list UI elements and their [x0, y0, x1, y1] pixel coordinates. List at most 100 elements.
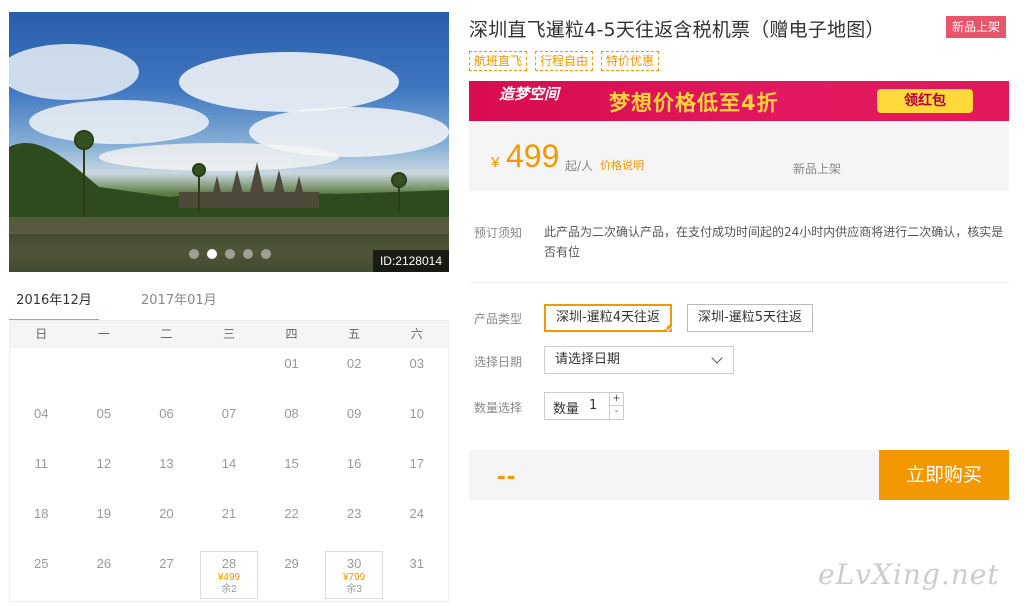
chevron-down-icon [711, 352, 723, 364]
calendar-day: 21 [198, 498, 261, 548]
calendar-day-number: 14 [221, 456, 237, 471]
booking-notice-label: 预订须知 [474, 226, 523, 240]
calendar-day: 06 [135, 398, 198, 448]
calendar-day-number: 13 [159, 456, 174, 471]
calendar-day: 17 [385, 448, 448, 498]
calendar-day: 09 [323, 398, 386, 448]
date-select[interactable]: 请选择日期 [544, 346, 734, 374]
banner-logo: 造梦空间 [499, 87, 559, 102]
calendar-day-number: 12 [96, 456, 112, 471]
tag-free-itinerary: 行程自由 [535, 51, 594, 71]
calendar-day-number: 04 [34, 406, 49, 421]
calendar-day: 27 [135, 548, 198, 598]
calendar-weekday-header: 日 一 二 三 四 五 六 [10, 321, 448, 348]
calendar-day: 23 [323, 498, 386, 548]
price-box: ¥ 499 起/人 价格说明 新品上架 [469, 121, 1009, 191]
calendar-day-available[interactable]: 30 ¥799 余3 [323, 548, 386, 599]
quantity-label: 数量选择 [474, 401, 523, 415]
calendar-day: 13 [135, 448, 198, 498]
promo-banner[interactable]: 造梦空间 梦想价格低至4折 领红包 [469, 81, 1009, 121]
selected-check-icon [661, 322, 672, 332]
calendar-day-price: ¥799 [343, 572, 366, 583]
calendar-day: 18 [10, 498, 73, 548]
calendar-day: 05 [73, 398, 136, 448]
product-type-label: 产品类型 [474, 312, 523, 326]
calendar-day-number: 03 [409, 356, 424, 371]
carousel-dot[interactable] [261, 249, 271, 259]
calendar-day-number: 09 [346, 406, 362, 421]
option-5-day-roundtrip[interactable]: 深圳-暹粒5天往返 [687, 304, 813, 332]
calendar-day-number: 17 [409, 456, 424, 471]
calendar-day-number: 15 [284, 456, 299, 471]
price-amount: 499 [506, 138, 560, 174]
calendar-day-grid: 01 02 03 04 05 06 07 08 09 10 11 12 13 14 15 16 17 18 19 20… [10, 348, 448, 599]
calendar-day: 02 [323, 348, 386, 398]
weekday-label: 日 [35, 327, 48, 341]
booking-notice-text: 此产品为二次确认产品，在支付成功时间起的24小时内供应商将进行二次确认，核实是否… [544, 225, 1004, 259]
calendar-month-tabs: 2016年12月 2017年01月 [9, 290, 449, 322]
quantity-increase-button[interactable]: + [609, 393, 623, 406]
product-tags: 航班直飞 行程自由 特价优惠 [469, 51, 660, 71]
carousel-dot[interactable] [243, 249, 253, 259]
calendar-day-number: 19 [96, 506, 112, 521]
tag-direct-flight: 航班直飞 [469, 51, 528, 71]
buy-now-button[interactable]: 立即购买 [879, 450, 1009, 500]
calendar-day-number: 02 [346, 356, 362, 371]
calendar-day-number: 21 [221, 506, 237, 521]
product-photo[interactable]: ID:2128014 [9, 12, 449, 272]
carousel-dot[interactable] [225, 249, 235, 259]
weekday-label: 二 [160, 327, 173, 341]
calendar-day: 31 [385, 548, 448, 598]
price-explain-link[interactable]: 价格说明 [600, 157, 644, 173]
calendar-day-number: 24 [409, 506, 424, 521]
calendar-day: 22 [260, 498, 323, 548]
calendar-day-number: 07 [221, 406, 237, 421]
product-title: 深圳直飞暹粒4-5天往返含税机票（赠电子地图） [469, 19, 885, 41]
calendar-day-number: 26 [96, 556, 112, 571]
calendar-day: 03 [385, 348, 448, 398]
weekday-label: 五 [348, 327, 361, 341]
calendar-day-number: 31 [409, 556, 424, 571]
option-label: 深圳-暹粒5天往返 [698, 310, 802, 325]
calendar-day-number: 18 [34, 506, 49, 521]
calendar-day: 01 [260, 348, 323, 398]
calendar-day: 16 [323, 448, 386, 498]
calendar-day: 11 [10, 448, 73, 498]
calendar-day: 29 [260, 548, 323, 598]
calendar-day-number: 30 [346, 556, 362, 571]
calendar-day: 12 [73, 448, 136, 498]
tab-month-2016-12[interactable]: 2016年12月 [9, 290, 99, 322]
calendar-day-remaining: 余3 [346, 584, 362, 595]
calendar-day: 04 [10, 398, 73, 448]
calendar-day: 25 [10, 548, 73, 598]
carousel-dot[interactable] [189, 249, 199, 259]
get-coupon-button[interactable]: 领红包 [877, 89, 973, 113]
calendar-day-number: 25 [34, 556, 49, 571]
price-unit: 起/人 [565, 159, 594, 173]
tab-month-2017-01[interactable]: 2017年01月 [141, 290, 217, 322]
weekday-label: 四 [285, 327, 298, 341]
calendar-day-number: 05 [96, 406, 112, 421]
quantity-value[interactable]: 1 [589, 398, 597, 413]
weekday-label: 三 [222, 327, 235, 341]
purchase-bar: -- 立即购买 [469, 450, 1009, 500]
angkor-wat-image [9, 44, 449, 272]
tag-special-offer: 特价优惠 [601, 51, 660, 71]
calendar-day-available[interactable]: 28 ¥499 余2 [198, 548, 261, 599]
select-date-label: 选择日期 [474, 355, 523, 369]
weekday-label: 一 [97, 327, 110, 341]
option-4-day-roundtrip[interactable]: 深圳-暹粒4天往返 [544, 304, 672, 332]
calendar-empty-cell [135, 348, 198, 398]
calendar-empty-cell [198, 348, 261, 398]
calendar-day: 08 [260, 398, 323, 448]
calendar-day-number: 29 [284, 556, 299, 571]
calendar-day: 20 [135, 498, 198, 548]
banner-slogan: 梦想价格低至4折 [609, 91, 779, 115]
calendar-day: 24 [385, 498, 448, 548]
carousel-dot-active[interactable] [207, 249, 217, 259]
calendar-day-price: ¥499 [217, 572, 241, 583]
date-select-value: 请选择日期 [555, 352, 621, 367]
quantity-decrease-button[interactable]: - [609, 406, 623, 419]
calendar-day-number: 20 [159, 506, 174, 521]
calendar-day-number: 10 [409, 406, 424, 421]
